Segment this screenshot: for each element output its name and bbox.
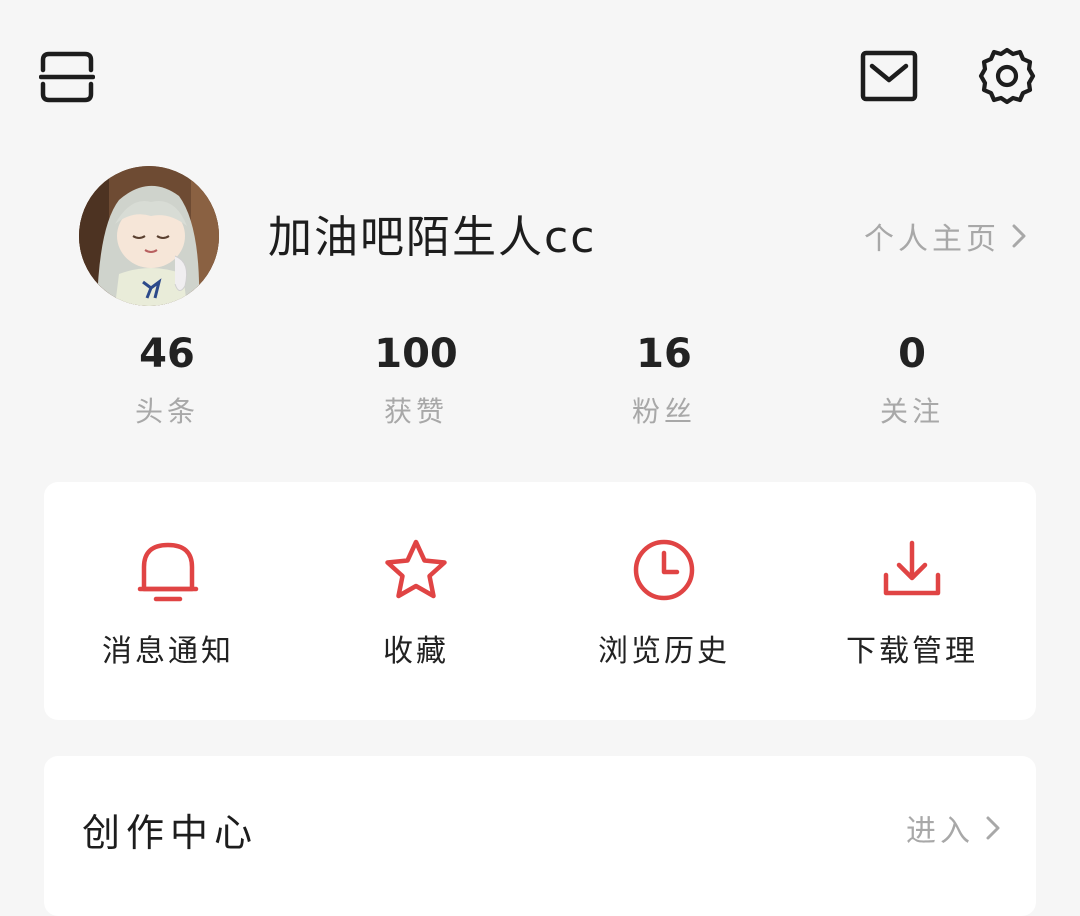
username[interactable]: 加油吧陌生人cc	[268, 208, 596, 268]
favorites-button[interactable]: 收藏	[292, 534, 540, 670]
stat-followers-label: 粉丝	[631, 395, 696, 428]
bell-icon	[137, 542, 199, 602]
avatar[interactable]	[79, 166, 219, 306]
gear-icon	[978, 47, 1036, 105]
star-icon	[385, 539, 447, 599]
downloads-button[interactable]: 下载管理	[788, 534, 1036, 670]
download-icon	[883, 540, 941, 596]
history-button[interactable]: 浏览历史	[540, 534, 788, 670]
creator-center-card[interactable]: 创作中心 进入	[44, 756, 1036, 916]
stat-posts-label: 头条	[134, 395, 199, 428]
settings-button[interactable]	[976, 45, 1038, 107]
enter-label: 进入	[906, 814, 974, 849]
homepage-link-label: 个人主页	[864, 222, 1000, 257]
stat-posts[interactable]: 46 头条	[67, 330, 267, 430]
stat-likes-label: 获赞	[383, 395, 448, 428]
downloads-label: 下载管理	[846, 634, 978, 669]
history-label: 浏览历史	[598, 634, 730, 669]
mail-icon	[860, 50, 918, 102]
notifications-label: 消息通知	[102, 634, 234, 669]
stat-following-value: 0	[898, 331, 926, 377]
stat-posts-value: 46	[139, 331, 195, 377]
stat-likes[interactable]: 100 获赞	[316, 330, 516, 430]
notifications-button[interactable]: 消息通知	[44, 534, 292, 670]
stat-followers-value: 16	[636, 331, 692, 377]
clock-icon	[633, 539, 695, 601]
scan-button[interactable]	[36, 48, 98, 106]
stat-likes-value: 100	[374, 331, 458, 377]
stat-following-label: 关注	[879, 395, 944, 428]
stat-followers[interactable]: 16 粉丝	[564, 330, 764, 430]
chevron-right-icon	[986, 816, 1000, 840]
chevron-right-icon	[1012, 224, 1026, 248]
creator-center-enter-link[interactable]: 进入	[906, 806, 1002, 850]
creator-center-title: 创作中心	[82, 811, 259, 855]
favorites-label: 收藏	[383, 634, 449, 669]
mail-button[interactable]	[858, 48, 920, 104]
avatar-image	[79, 166, 219, 306]
homepage-link[interactable]: 个人主页	[864, 212, 1028, 260]
quick-actions-card: 消息通知 收藏 浏览历史 下载管理	[44, 482, 1036, 720]
stat-following[interactable]: 0 关注	[812, 330, 1012, 430]
scan-icon	[39, 51, 95, 103]
